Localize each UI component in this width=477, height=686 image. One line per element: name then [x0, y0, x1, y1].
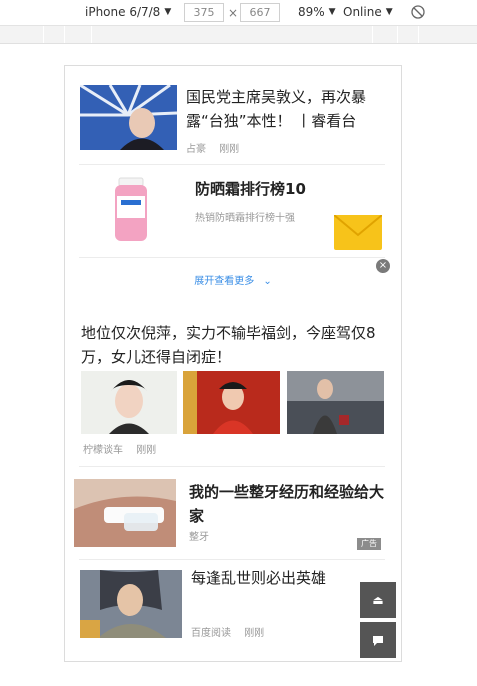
- height-input[interactable]: 667: [240, 3, 280, 22]
- expand-more-link[interactable]: 展开查看更多 ⌄: [65, 272, 401, 287]
- news-thumbnail: [80, 85, 177, 150]
- close-ad-button[interactable]: ×: [376, 259, 390, 273]
- zoom-label: 89%: [298, 5, 325, 19]
- media-query-bar[interactable]: [0, 26, 477, 44]
- network-label: Online: [343, 5, 382, 19]
- news-source: 百度阅读: [191, 628, 231, 639]
- mail-icon[interactable]: [333, 214, 383, 250]
- comment-icon: [373, 635, 383, 646]
- width-input[interactable]: 375: [184, 3, 224, 22]
- mobile-viewport: 国民党主席吴敦义，再次暴露“台独”本性！ 丨睿看台 占豪 刚刚 防晒霜排行榜10…: [64, 65, 402, 662]
- news-title: 地位仅次倪萍，实力不输毕福剑，今座驾仅8万，女儿还得自闭症！: [81, 324, 376, 366]
- braces-thumbnail: [74, 479, 176, 547]
- rotate-icon: [411, 5, 425, 19]
- news-item[interactable]: 地位仅次倪萍，实力不输毕福剑，今座驾仅8万，女儿还得自闭症！ 柠檬谈车 刚刚: [65, 316, 401, 466]
- news-meta: 百度阅读 刚刚: [191, 624, 274, 639]
- news-thumbnail: [183, 371, 280, 434]
- device-label: iPhone 6/7/8: [85, 5, 161, 19]
- news-meta: 柠檬谈车 刚刚: [83, 441, 166, 456]
- news-title: 国民党主席吴敦义，再次暴露“台独”本性！ 丨睿看台: [186, 88, 367, 130]
- news-time: 刚刚: [136, 445, 157, 456]
- ad-badge: 广告: [357, 538, 381, 550]
- news-thumbnail: [81, 371, 177, 434]
- device-toolbar: iPhone 6/7/8 ▼ 375 × 667 89% ▼ Online ▼: [0, 0, 477, 26]
- network-select[interactable]: Online ▼: [343, 5, 393, 19]
- news-thumbnail: [80, 570, 182, 638]
- news-item[interactable]: 每逢乱世则必出英雄 百度阅读 刚刚: [65, 560, 401, 661]
- times-sign: ×: [228, 6, 239, 20]
- news-thumbnail: [287, 371, 384, 434]
- expand-label: 展开查看更多: [194, 276, 255, 287]
- caret-down-icon: ▼: [385, 7, 393, 17]
- chevron-down-icon: ⌄: [263, 276, 272, 287]
- news-time: 刚刚: [244, 628, 265, 639]
- eject-icon: ⏏: [372, 593, 384, 607]
- news-source: 占豪: [186, 144, 206, 155]
- ad-title: 我的一些整牙经历和经验给大家: [189, 483, 385, 525]
- divider: [79, 257, 385, 258]
- caret-down-icon: ▼: [164, 7, 172, 17]
- ad-source: 整牙: [189, 532, 209, 543]
- caret-down-icon: ▼: [328, 7, 336, 17]
- sunscreen-thumbnail: [81, 176, 177, 244]
- news-item[interactable]: 国民党主席吴敦义，再次暴露“台独”本性！ 丨睿看台 占豪 刚刚: [65, 66, 401, 165]
- news-meta: 占豪 刚刚: [186, 140, 249, 155]
- ad-subtitle: 热销防晒霜排行榜十强: [195, 213, 295, 224]
- comment-button[interactable]: [360, 622, 396, 658]
- ad-title: 防晒霜排行榜10: [195, 180, 306, 198]
- news-source: 柠檬谈车: [83, 445, 123, 456]
- back-to-top-button[interactable]: ⏏: [360, 582, 396, 618]
- ad-item[interactable]: 我的一些整牙经历和经验给大家 整牙: [65, 466, 401, 561]
- rotate-button[interactable]: [410, 4, 426, 20]
- news-time: 刚刚: [219, 144, 240, 155]
- zoom-select[interactable]: 89% ▼: [298, 5, 336, 19]
- device-select[interactable]: iPhone 6/7/8 ▼: [85, 5, 171, 19]
